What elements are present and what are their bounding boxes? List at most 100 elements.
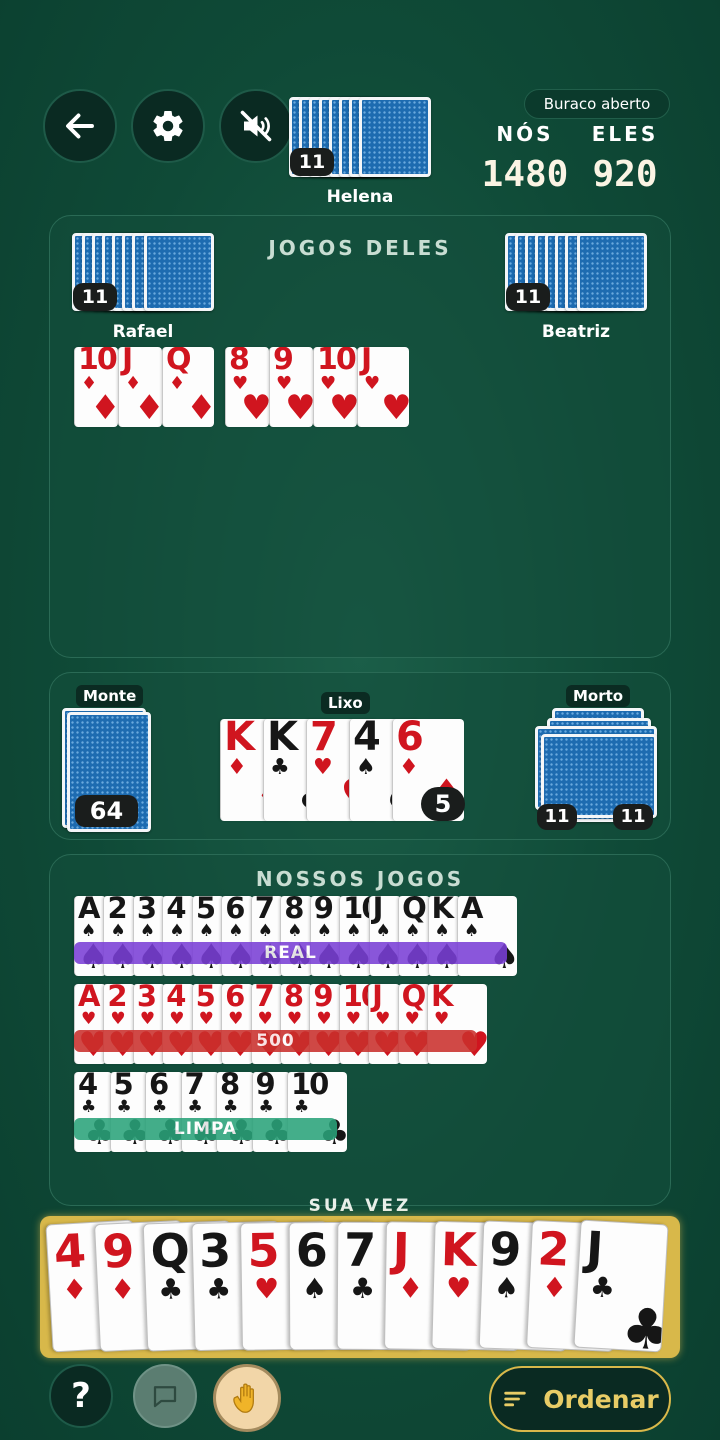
help-label: ?: [71, 1376, 91, 1416]
card-rank: 9: [488, 1221, 521, 1277]
meld-card: 5♣♣: [109, 1072, 148, 1152]
sort-lines-icon: [504, 1391, 527, 1407]
chat-button[interactable]: [133, 1364, 197, 1428]
card-suit-large: ♥: [285, 388, 313, 427]
card-rank: Q: [166, 347, 191, 377]
meld-card: 4♣♣: [74, 1072, 112, 1152]
card-rank: K: [431, 984, 454, 1013]
card-rank: 4: [166, 896, 186, 925]
card-rank: 7: [254, 896, 275, 925]
card-suit: ♦: [399, 755, 419, 780]
speaker-muted-icon: [240, 110, 272, 142]
card-rank: 8: [220, 1072, 240, 1101]
card-rank: 5: [113, 1072, 134, 1101]
meld-card: 6♣♣: [145, 1072, 183, 1152]
meld-card: 10♠♠: [339, 896, 372, 976]
wave-button[interactable]: [213, 1364, 281, 1432]
meld-card: 3♥♥: [132, 984, 165, 1064]
card-rank: K: [224, 719, 255, 760]
card-suit-large: ♦: [134, 388, 162, 427]
meld-card: 9♥♥: [269, 347, 313, 427]
card-rank: 7: [344, 1222, 375, 1277]
score-them-label: ELES: [591, 122, 659, 146]
meld-card: 5♥♥: [191, 984, 224, 1064]
sound-toggle-button[interactable]: [219, 89, 293, 163]
help-button[interactable]: ?: [49, 1364, 113, 1428]
meld-card: K♠♠: [427, 896, 460, 976]
meld-label-band: REAL: [74, 942, 507, 964]
settings-button[interactable]: [131, 89, 205, 163]
meld-card: 4♠♠: [162, 896, 195, 976]
card-suit: ♦: [227, 755, 247, 780]
meld-card: 5♠♠: [191, 896, 224, 976]
gear-icon: [153, 111, 183, 142]
card-rank: 6: [295, 1223, 326, 1278]
dead-count-1: 11: [537, 804, 577, 830]
card-rank: 2: [107, 896, 127, 925]
meld-card: 7♠♠: [250, 896, 283, 976]
card-suit: ♥: [364, 373, 381, 394]
card-rank: 6: [225, 896, 245, 925]
card-suit-large: ♥: [241, 388, 269, 427]
card-rank: 2: [536, 1221, 569, 1277]
opponent-top-name: Helena: [326, 187, 394, 207]
card-rank: 9: [313, 984, 333, 1013]
meld-card: 2♠♠: [103, 896, 136, 976]
card-suit: ♣: [157, 1272, 184, 1307]
card-rank: 10: [342, 984, 371, 1013]
turn-label: SUA VEZ: [308, 1196, 412, 1216]
card-rank: 4: [353, 719, 381, 760]
card-rank: 9: [273, 347, 294, 377]
card-suit: ♠: [464, 921, 480, 941]
card-suit: ♣: [588, 1270, 616, 1305]
hand-card[interactable]: J ♣ ♣: [573, 1219, 669, 1353]
meld-card: 10♣♣: [287, 1072, 347, 1152]
meld-card: J♥♥: [357, 347, 409, 427]
meld-card: 8♣♣: [216, 1072, 254, 1152]
dead-count-2: 11: [613, 804, 653, 830]
card-suit: ♥: [434, 1009, 450, 1029]
meld-card: Q ♦ ♦: [162, 347, 214, 427]
meld-card: K♥♥: [427, 984, 487, 1064]
meld-card: A♠♠: [457, 896, 517, 976]
card-rank: 6: [149, 1072, 169, 1101]
waving-hand-icon: [233, 1383, 254, 1413]
card-rank: A: [78, 984, 100, 1013]
card-rank: Q: [402, 896, 427, 925]
meld-card: 9♥♥: [309, 984, 342, 1064]
card-suit: ♥: [253, 1272, 280, 1306]
stock-label: Monte: [76, 685, 144, 707]
card-rank: 3: [136, 984, 157, 1013]
opponent-right-name: Beatriz: [541, 322, 611, 342]
meld-card: 10 ♦ ♦: [74, 347, 118, 427]
sort-button[interactable]: Ordenar: [489, 1366, 671, 1432]
meld-card: 10♥♥: [313, 347, 357, 427]
discard-count: 5: [421, 787, 465, 821]
card-suit: ♦: [61, 1272, 89, 1307]
card-suit: ♣: [294, 1097, 310, 1117]
meld-card: 7♥♥: [250, 984, 283, 1064]
card-rank: 8: [283, 984, 304, 1013]
stock-count: 64: [75, 795, 138, 827]
card-rank: J: [361, 347, 372, 377]
meld-card: 7♣♣: [180, 1072, 219, 1152]
card-suit-large: ♥: [381, 388, 409, 427]
card-suit: ♦: [109, 1272, 137, 1307]
meld-card: 3♠♠: [132, 896, 165, 976]
card-suit: ♠: [356, 755, 376, 780]
meld-label-band: LIMPA: [74, 1118, 337, 1140]
card-rank: 10: [78, 347, 118, 377]
meld-card: 8♠♠: [280, 896, 313, 976]
card-suit: ♣: [270, 755, 290, 780]
sort-label: Ordenar: [543, 1384, 659, 1414]
arrow-left-icon: [66, 113, 94, 139]
card-rank: 5: [195, 896, 216, 925]
score-them-value: 920: [592, 154, 658, 195]
card-suit-large: ♦: [90, 388, 118, 427]
chat-bubble-icon: [153, 1386, 177, 1408]
card-rank: K: [440, 1222, 476, 1277]
card-rank: 6: [225, 984, 245, 1013]
back-button[interactable]: [43, 89, 117, 163]
card-rank: K: [267, 719, 298, 760]
card-rank: 8: [284, 896, 304, 925]
